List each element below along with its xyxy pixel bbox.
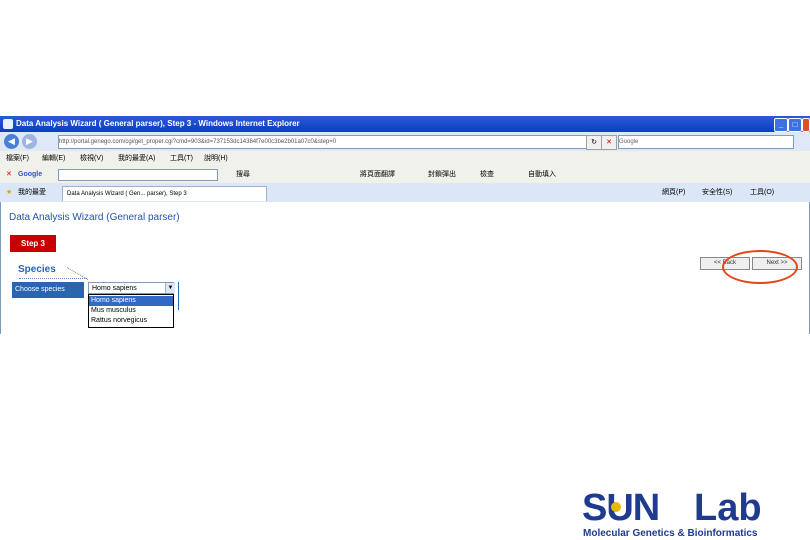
window-title: Data Analysis Wizard ( General parser), … (16, 119, 300, 128)
tab-active[interactable]: Data Analysis Wizard ( Gen... parser), S… (62, 186, 267, 201)
refresh-icon[interactable]: ↻ (586, 135, 602, 150)
title-bar: Data Analysis Wizard ( General parser), … (0, 116, 810, 132)
search-input[interactable]: Google (618, 135, 794, 149)
google-search-input[interactable] (58, 169, 218, 181)
address-bar: ◀ ▶ http://portal.genego.com/cgi/get_pro… (0, 132, 810, 151)
menu-bar: 檔案(F) 編輯(E) 檢視(V) 我的最愛(A) 工具(T) 說明(H) (0, 151, 810, 166)
close-button[interactable] (802, 118, 810, 132)
species-select[interactable]: Homo sapiens ▼ (88, 282, 175, 294)
species-section-label: Species (18, 264, 56, 275)
maximize-button[interactable]: □ (788, 118, 802, 132)
chevron-down-icon[interactable]: ▼ (165, 283, 175, 293)
menu-help[interactable]: 說明(H) (204, 151, 228, 166)
sun-icon (611, 502, 621, 512)
sunlab-logo: SUN Lab Molecular Genetics & Bioinformat… (582, 488, 794, 540)
choose-species-label: Choose species (12, 282, 84, 298)
toolbar-check[interactable]: 檢查 (480, 166, 494, 183)
step-badge: Step 3 (10, 235, 56, 252)
toolbar-popup-blocker[interactable]: 封鎖彈出 (428, 166, 456, 183)
google-toolbar: ✕ Google 搜尋 將頁面翻譯 封鎖彈出 檢查 自動填入 (0, 166, 810, 183)
section-divider (19, 278, 87, 280)
minimize-button[interactable]: _ (774, 118, 788, 132)
back-nav-icon[interactable]: ◀ (4, 134, 19, 149)
safety-menu[interactable]: 安全性(S) (702, 183, 732, 202)
species-option[interactable]: Homo sapiens (89, 296, 173, 306)
logo-main-right: Lab (694, 487, 762, 529)
page-menu[interactable]: 網頁(P) (662, 183, 685, 202)
menu-edit[interactable]: 編輯(E) (42, 151, 65, 166)
tools-menu[interactable]: 工具(O) (750, 183, 774, 202)
toolbar-translate[interactable]: 將頁面翻譯 (360, 166, 395, 183)
menu-file[interactable]: 檔案(F) (6, 151, 29, 166)
stop-icon[interactable]: ✕ (601, 135, 617, 150)
toolbar-search[interactable]: 搜尋 (236, 166, 250, 183)
menu-tools[interactable]: 工具(T) (170, 151, 193, 166)
species-select-value: Homo sapiens (92, 285, 137, 292)
favorites-label[interactable]: 我的最愛 (18, 183, 46, 202)
url-input[interactable]: http://portal.genego.com/cgi/get_proper.… (58, 135, 612, 149)
species-dropdown-list: Homo sapiens Mus musculus Rattus norvegi… (88, 294, 174, 328)
page-content: Data Analysis Wizard (General parser) St… (0, 202, 810, 334)
page-title: Data Analysis Wizard (General parser) (9, 212, 180, 223)
toolbar-autofill[interactable]: 自動填入 (528, 166, 556, 183)
google-logo: Google (18, 171, 43, 178)
field-divider (178, 282, 179, 310)
logo-subtitle: Molecular Genetics & Bioinformatics (583, 528, 758, 539)
star-icon[interactable]: ★ (6, 183, 12, 202)
tab-bar: ★ 我的最愛 Data Analysis Wizard ( Gen... par… (0, 183, 810, 202)
menu-view[interactable]: 檢視(V) (80, 151, 103, 166)
close-toolbar-icon[interactable]: ✕ (6, 166, 12, 183)
species-option[interactable]: Mus musculus (89, 306, 173, 316)
ie-icon (3, 119, 13, 129)
species-option[interactable]: Rattus norvegicus (89, 316, 173, 326)
browser-window: Data Analysis Wizard ( General parser), … (0, 116, 810, 334)
highlight-circle (722, 250, 798, 284)
menu-favorites[interactable]: 我的最愛(A) (118, 151, 155, 166)
forward-nav-icon[interactable]: ▶ (22, 134, 37, 149)
